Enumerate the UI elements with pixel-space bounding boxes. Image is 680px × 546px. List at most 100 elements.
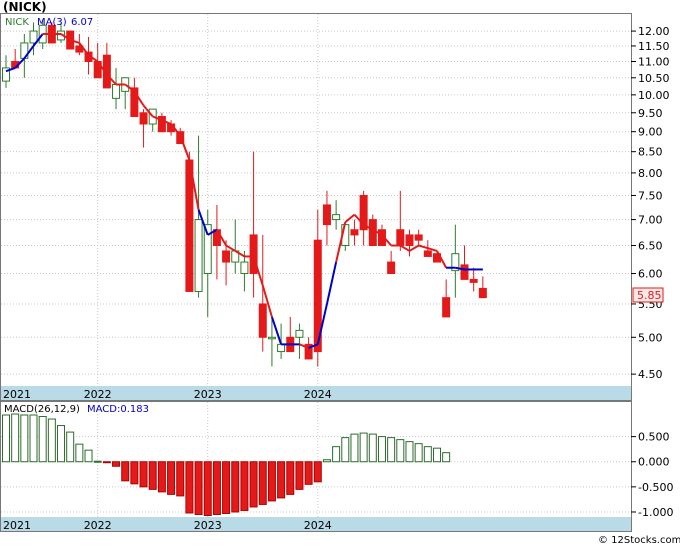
candle-body bbox=[414, 234, 423, 241]
macd-bar bbox=[442, 452, 451, 463]
macd-bar bbox=[304, 461, 313, 485]
macd-bar bbox=[212, 461, 221, 515]
macd-bar bbox=[396, 439, 405, 463]
macd-bar bbox=[11, 413, 20, 463]
macd-year-label: 2024 bbox=[304, 519, 332, 532]
candle-body bbox=[222, 250, 231, 263]
macd-bar bbox=[112, 461, 121, 467]
macd-bar bbox=[57, 425, 66, 463]
macd-bar bbox=[185, 461, 194, 514]
macd-bar bbox=[387, 437, 396, 463]
macd-bar bbox=[267, 461, 276, 502]
legend-ma-value: 6.07 bbox=[71, 17, 93, 28]
stock-chart: 12.00 11.50 11.00 10.50 10.00 9.50 9.00 8.50 8.0… bbox=[0, 0, 680, 546]
macd-bar bbox=[75, 443, 84, 463]
macd-bar bbox=[93, 460, 102, 463]
macd-bar bbox=[29, 414, 38, 463]
price-tick-label: 11.50 bbox=[638, 40, 670, 53]
candle-body bbox=[258, 303, 267, 338]
y-axis-ticks: 12.00 11.50 11.00 10.50 10.00 9.50 9.00 8.50 8.0… bbox=[631, 25, 673, 519]
price-year-label: 2024 bbox=[304, 388, 332, 401]
macd-bar bbox=[130, 461, 139, 485]
candle-body bbox=[277, 343, 286, 353]
macd-legend-value: MACD:0.183 bbox=[87, 404, 149, 415]
candle-body bbox=[405, 234, 414, 247]
macd-bar bbox=[167, 461, 176, 495]
macd-bar bbox=[121, 461, 130, 482]
ma-segment bbox=[225, 244, 236, 252]
macd-legend-params: MACD(26,12,9) bbox=[4, 404, 80, 415]
macd-bar bbox=[249, 461, 258, 508]
price-tick-label: 10.00 bbox=[638, 89, 670, 102]
candle-body bbox=[194, 219, 203, 292]
macd-bar bbox=[258, 461, 267, 505]
macd-bar bbox=[286, 461, 295, 495]
candle-body bbox=[368, 219, 377, 247]
macd-bar bbox=[341, 437, 350, 463]
price-tick-label: 7.50 bbox=[638, 189, 663, 202]
candle-body bbox=[267, 336, 276, 340]
macd-bar bbox=[203, 461, 212, 516]
macd-bar bbox=[368, 433, 377, 463]
macd-bar bbox=[222, 461, 231, 514]
price-tick-label: 6.50 bbox=[638, 240, 663, 253]
macd-tick-label: 0.000 bbox=[638, 456, 670, 469]
candle-body bbox=[478, 287, 487, 299]
candle-body bbox=[240, 261, 249, 275]
candlestick-series bbox=[2, 19, 487, 367]
candle-body bbox=[249, 234, 258, 275]
macd-tick-label: -1.000 bbox=[638, 506, 673, 519]
macd-bar bbox=[47, 418, 56, 463]
moving-average-line bbox=[5, 32, 483, 349]
macd-bar bbox=[102, 461, 111, 464]
macd-bar bbox=[313, 461, 322, 483]
macd-histogram bbox=[2, 413, 451, 516]
legend-ma: MA(3) bbox=[37, 17, 67, 28]
macd-bar bbox=[38, 416, 47, 463]
ma-segment bbox=[408, 244, 420, 252]
macd-year-label: 2023 bbox=[194, 519, 222, 532]
ma-segment bbox=[418, 244, 429, 250]
candle-body bbox=[139, 112, 148, 125]
price-tick-label: 6.00 bbox=[638, 268, 663, 281]
macd-bar bbox=[432, 447, 441, 463]
price-tick-label: 7.00 bbox=[638, 214, 663, 227]
macd-bar bbox=[176, 461, 185, 497]
ma-segment bbox=[270, 316, 283, 345]
macd-bar bbox=[20, 414, 29, 463]
ma-segment bbox=[325, 261, 338, 305]
candle-body bbox=[469, 278, 478, 283]
ma-segment bbox=[179, 135, 191, 161]
candle-body bbox=[350, 229, 359, 236]
candle-body bbox=[112, 83, 121, 99]
price-tick-label: 11.00 bbox=[638, 56, 670, 69]
macd-bar bbox=[231, 461, 240, 513]
price-tick-label: 9.00 bbox=[638, 126, 663, 139]
ma-segment bbox=[399, 244, 410, 252]
price-year-label: 2022 bbox=[84, 388, 112, 401]
price-year-label: 2023 bbox=[194, 388, 222, 401]
ma-segment bbox=[344, 213, 356, 223]
candle-body bbox=[295, 329, 304, 338]
price-year-label: 2021 bbox=[3, 388, 31, 401]
candle-body bbox=[185, 159, 194, 292]
candle-body bbox=[460, 264, 469, 280]
watermark: © 12Stocks.com bbox=[598, 535, 680, 546]
price-tick-label: 8.50 bbox=[638, 146, 663, 159]
macd-bar bbox=[148, 461, 157, 490]
macd-bar bbox=[405, 441, 414, 463]
macd-bar bbox=[322, 459, 331, 463]
macd-bar bbox=[66, 431, 75, 463]
last-price-label: 5.85 bbox=[637, 289, 662, 302]
price-tick-label: 5.00 bbox=[638, 331, 663, 344]
macd-bar bbox=[332, 446, 341, 463]
macd-bar bbox=[139, 461, 148, 488]
price-tick-label: 12.00 bbox=[638, 25, 670, 38]
macd-bar bbox=[84, 449, 93, 463]
macd-bar bbox=[295, 461, 304, 490]
macd-tick-label: -0.500 bbox=[638, 481, 673, 494]
macd-year-label: 2021 bbox=[3, 519, 31, 532]
macd-year-label: 2022 bbox=[84, 519, 112, 532]
macd-bar bbox=[359, 432, 368, 463]
candle-body bbox=[423, 250, 432, 257]
